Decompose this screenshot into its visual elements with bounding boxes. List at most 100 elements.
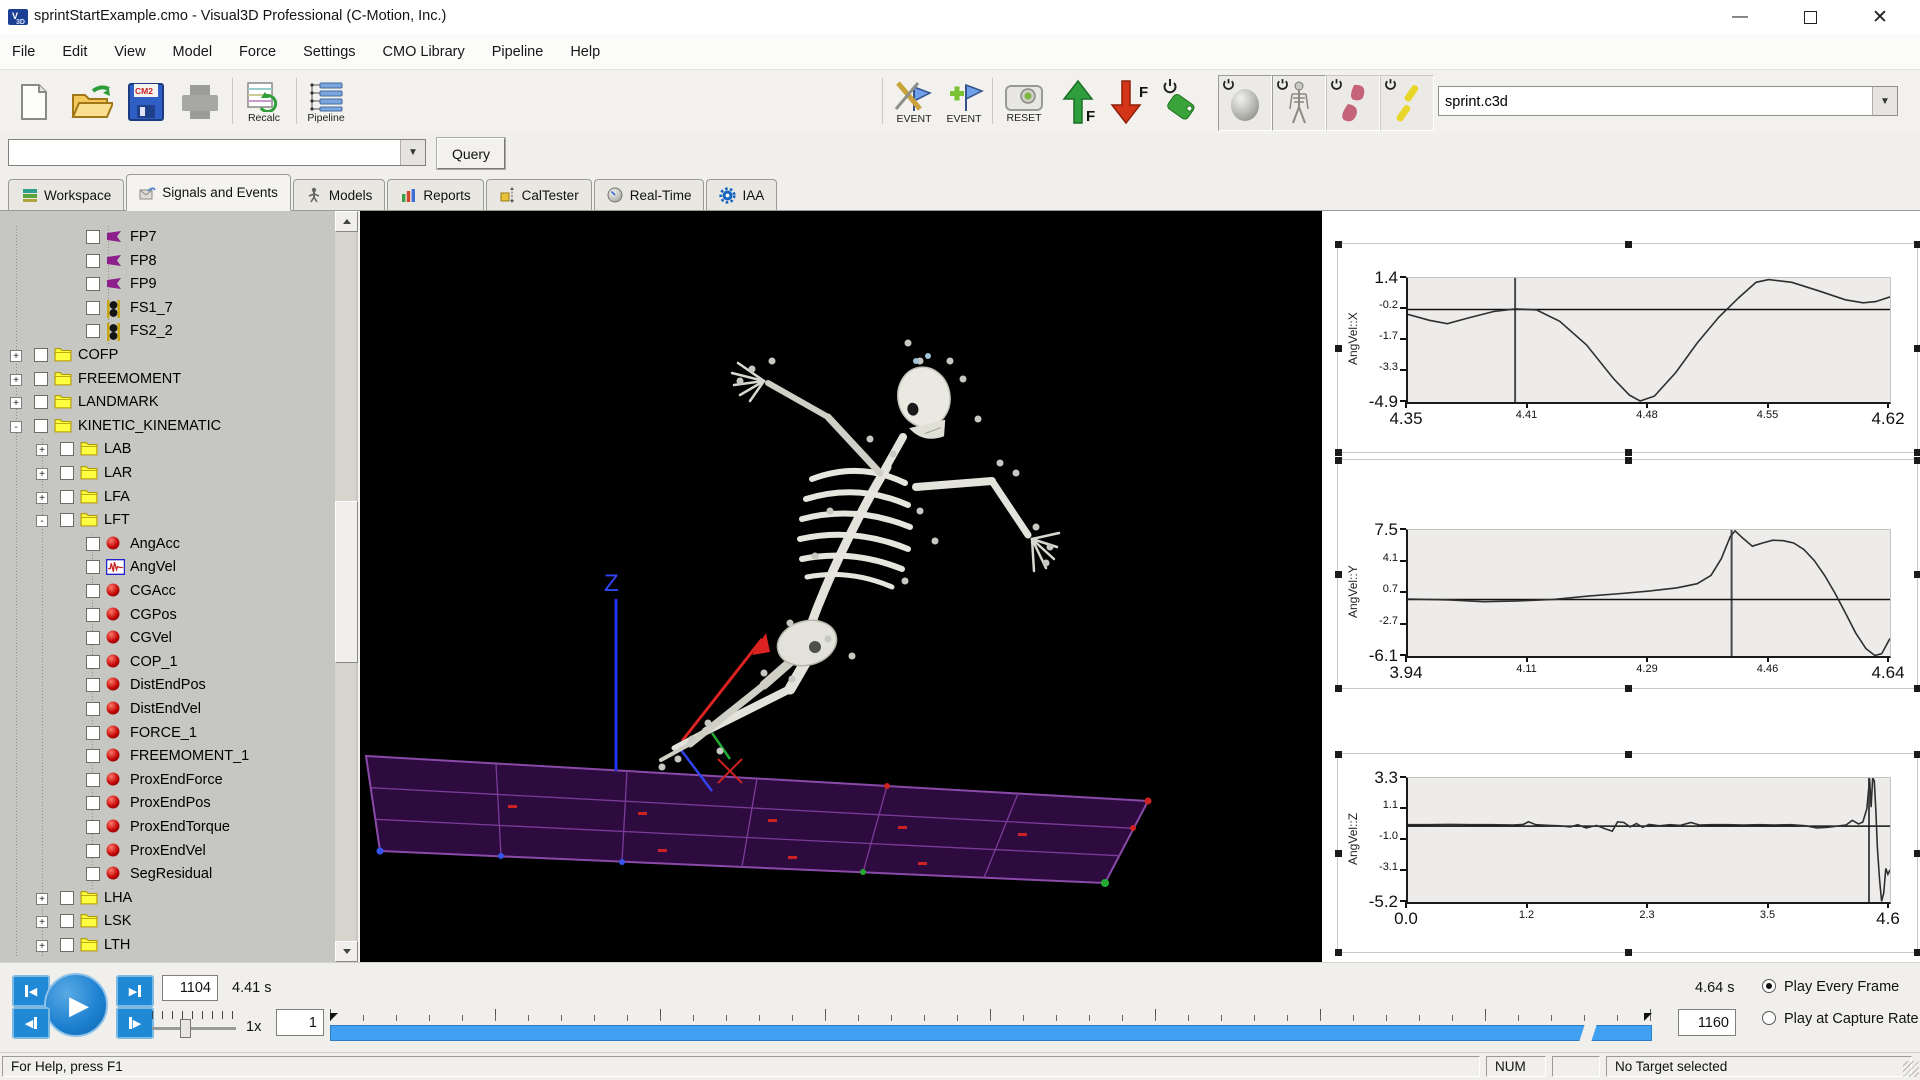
resize-handle[interactable] — [1914, 449, 1920, 456]
radio-play-every-frame[interactable] — [1762, 979, 1776, 993]
new-file-button[interactable] — [8, 74, 60, 130]
tree-item-proxendvel[interactable]: ProxEndVel — [0, 840, 336, 864]
expand-icon[interactable]: + — [36, 468, 48, 480]
checkbox-fp7[interactable] — [86, 230, 100, 244]
chart-angvel-y[interactable]: AngVel::Y7.54.10.7-2.7-6.13.944.114.294.… — [1337, 459, 1918, 689]
timeline-end-marker[interactable] — [1644, 1013, 1652, 1021]
expand-icon[interactable]: + — [36, 444, 48, 456]
tree-item-proxendforce[interactable]: ProxEndForce — [0, 769, 336, 793]
resize-handle[interactable] — [1625, 685, 1632, 692]
tree-item-fp8[interactable]: FP8 — [0, 250, 336, 274]
tree-scrollbar[interactable] — [335, 211, 356, 962]
resize-grip[interactable] — [1903, 1061, 1919, 1077]
menu-file[interactable]: File — [12, 44, 35, 60]
expand-icon[interactable]: + — [36, 492, 48, 504]
radio-play-capture-rate[interactable] — [1762, 1011, 1776, 1025]
tree-item-cop_1[interactable]: COP_1 — [0, 651, 336, 675]
query-combo[interactable]: ▼ — [8, 139, 426, 166]
motion-file-combo[interactable]: ▼ — [1438, 86, 1898, 116]
checkbox-fs1_7[interactable] — [86, 301, 100, 315]
minimize-button[interactable]: — — [1712, 0, 1768, 34]
checkbox-lft[interactable] — [60, 513, 74, 527]
tree-item-lab[interactable]: +LAB — [0, 438, 336, 462]
plot-area[interactable] — [1406, 777, 1891, 904]
chart-angvel-x[interactable]: AngVel::X1.4-0.2-1.7-3.3-4.94.354.414.48… — [1337, 243, 1918, 453]
checkbox-force_1[interactable] — [86, 726, 100, 740]
resize-handle[interactable] — [1335, 949, 1342, 956]
tab-workspace[interactable]: Workspace — [8, 179, 124, 210]
tab-iaa[interactable]: IAA — [706, 179, 777, 210]
tree-item-lsk[interactable]: +LSK — [0, 910, 336, 934]
play-button[interactable]: ▶ — [44, 973, 108, 1037]
tree-item-lha[interactable]: +LHA — [0, 887, 336, 911]
checkbox-fp8[interactable] — [86, 254, 100, 268]
query-input[interactable] — [13, 142, 397, 165]
tab-reports[interactable]: Reports — [387, 179, 483, 210]
resize-handle[interactable] — [1914, 850, 1920, 857]
pipeline-button[interactable]: Pipeline — [300, 74, 352, 130]
close-button[interactable]: ✕ — [1852, 0, 1908, 34]
timeline-bar[interactable] — [330, 1025, 1652, 1041]
resize-handle[interactable] — [1914, 571, 1920, 578]
tree-item-fp9[interactable]: FP9 — [0, 273, 336, 297]
menu-model[interactable]: Model — [173, 44, 213, 60]
tab-caltester[interactable]: CalTester — [486, 179, 592, 210]
checkbox-proxendforce[interactable] — [86, 773, 100, 787]
resize-handle[interactable] — [1335, 751, 1342, 758]
tree-item-force_1[interactable]: FORCE_1 — [0, 722, 336, 746]
menu-pipeline[interactable]: Pipeline — [492, 44, 544, 60]
resize-handle[interactable] — [1335, 850, 1342, 857]
checkbox-lha[interactable] — [60, 891, 74, 905]
tree-item-landmark[interactable]: +LANDMARK — [0, 391, 336, 415]
chart-angvel-z[interactable]: AngVel::Z3.31.1-1.0-3.1-5.20.01.22.33.54… — [1337, 753, 1918, 953]
tree-item-cofp[interactable]: +COFP — [0, 344, 336, 368]
resize-handle[interactable] — [1625, 949, 1632, 956]
tree-item-lfa[interactable]: +LFA — [0, 486, 336, 510]
open-file-button[interactable] — [66, 74, 118, 130]
collapse-icon[interactable]: - — [36, 515, 48, 527]
checkbox-lar[interactable] — [60, 466, 74, 480]
reset-button[interactable]: RESET — [998, 74, 1050, 130]
tree-item-proxendpos[interactable]: ProxEndPos — [0, 792, 336, 816]
checkbox-lsk[interactable] — [60, 914, 74, 928]
chevron-down-icon[interactable]: ▼ — [1872, 87, 1897, 115]
tree-item-cgacc[interactable]: CGAcc — [0, 580, 336, 604]
scroll-up-icon[interactable] — [335, 211, 358, 232]
checkbox-cop_1[interactable] — [86, 655, 100, 669]
toggle-markers-button[interactable] — [1218, 75, 1272, 131]
expand-icon[interactable]: + — [10, 374, 22, 386]
expand-icon[interactable]: + — [10, 350, 22, 362]
menu-cmo-library[interactable]: CMO Library — [383, 44, 465, 60]
query-button[interactable]: Query — [437, 138, 505, 169]
plot-area[interactable] — [1406, 277, 1891, 404]
checkbox-proxendvel[interactable] — [86, 844, 100, 858]
start-frame-field[interactable]: 1 — [276, 1009, 324, 1036]
scrollbar-thumb[interactable] — [335, 501, 358, 663]
save-button[interactable]: CM2 — [120, 74, 172, 130]
checkbox-kinetic_kinematic[interactable] — [34, 419, 48, 433]
tree-item-lth[interactable]: +LTH — [0, 934, 336, 958]
resize-handle[interactable] — [1914, 751, 1920, 758]
tab-signals-and-events[interactable]: Signals and Events — [126, 174, 291, 211]
toggle-segments-button[interactable] — [1326, 75, 1380, 131]
resize-handle[interactable] — [1335, 345, 1342, 352]
add-event-button[interactable]: EVENT — [938, 74, 990, 130]
checkbox-fs2_2[interactable] — [86, 324, 100, 338]
end-frame-field[interactable]: 1160 — [1678, 1009, 1736, 1036]
menu-view[interactable]: View — [114, 44, 145, 60]
checkbox-proxendpos[interactable] — [86, 796, 100, 810]
resize-handle[interactable] — [1335, 241, 1342, 248]
checkbox-cofp[interactable] — [34, 348, 48, 362]
expand-icon[interactable]: + — [36, 940, 48, 952]
resize-handle[interactable] — [1914, 457, 1920, 464]
checkbox-cgpos[interactable] — [86, 608, 100, 622]
tree-item-angacc[interactable]: AngAcc — [0, 533, 336, 557]
checkbox-lth[interactable] — [60, 938, 74, 952]
resize-handle[interactable] — [1625, 241, 1632, 248]
checkbox-lfa[interactable] — [60, 490, 74, 504]
tree-item-lar[interactable]: +LAR — [0, 462, 336, 486]
menu-settings[interactable]: Settings — [303, 44, 355, 60]
plot-area[interactable] — [1406, 529, 1891, 658]
resize-handle[interactable] — [1625, 449, 1632, 456]
tab-models[interactable]: Models — [293, 179, 386, 210]
